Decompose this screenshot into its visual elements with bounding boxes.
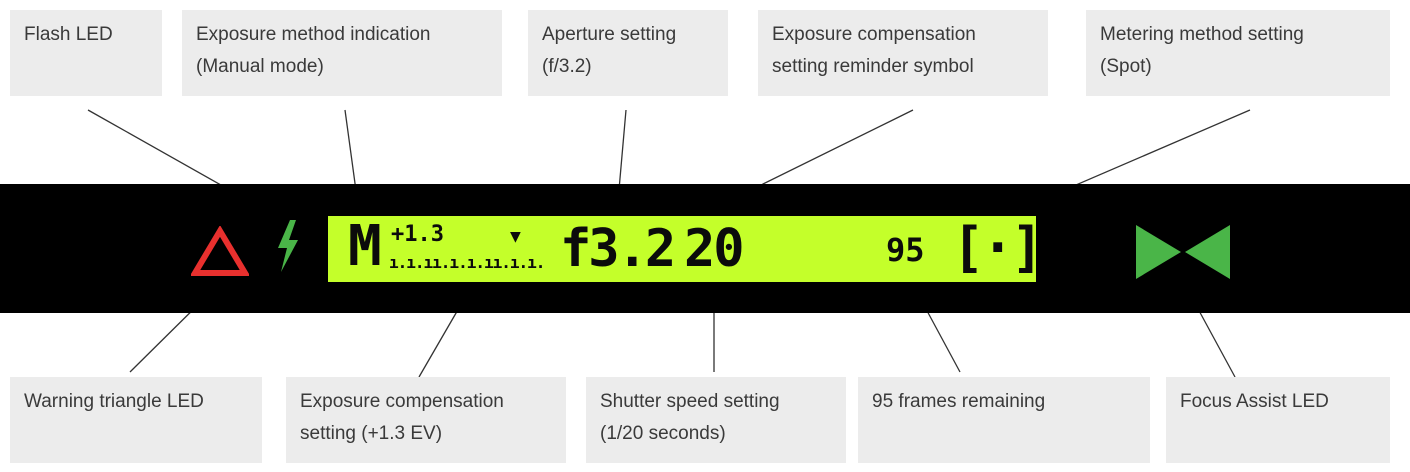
callout-line: (1/20 seconds) [600,423,726,444]
callout-line: Warning triangle LED [24,391,204,412]
callout-line: (Spot) [1100,56,1152,77]
callout-exp-comp-setting: Exposure compensation setting (+1.3 EV) [286,377,566,463]
callout-exp-comp-reminder: Exposure compensation setting reminder s… [758,10,1048,96]
lcd-metering-mode: [·] [952,216,1044,279]
callout-focus-assist: Focus Assist LED [1166,377,1390,463]
callout-line: Shutter speed setting [600,391,780,412]
lcd-compensation-reminder: ▼ [510,226,521,247]
lcd-mode-indicator: M [348,214,382,279]
lcd-frames-remaining: 95 [886,231,925,269]
callout-aperture: Aperture setting (f/3.2) [528,10,728,96]
lcd-exposure-scale: ı.ı.ıı.ı.ı.ıı.ı.ı. [389,253,545,272]
callout-line: 95 frames remaining [872,391,1046,412]
callout-line: Focus Assist LED [1180,391,1329,412]
callout-line: (Manual mode) [196,56,324,77]
callout-line: Exposure compensation [772,24,976,45]
callout-line: setting (+1.3 EV) [300,423,443,444]
callout-shutter: Shutter speed setting (1/20 seconds) [586,377,846,463]
flash-lightning-icon [278,220,298,272]
callout-line: (f/3.2) [542,56,592,77]
lcd-aperture: f3.2 [560,219,676,279]
callout-line: setting reminder symbol [772,56,974,77]
callout-frames: 95 frames remaining [858,377,1150,463]
callout-line: Flash LED [24,24,113,45]
callout-warning-led: Warning triangle LED [10,377,262,463]
lcd-exposure-compensation: +1.3 [391,222,444,247]
callout-metering: Metering method setting (Spot) [1086,10,1390,96]
focus-assist-triangles-icon [1136,225,1230,279]
lcd-shutter-speed: 20 [684,219,745,279]
callout-line: Exposure compensation [300,391,504,412]
callout-exposure-method: Exposure method indication (Manual mode) [182,10,502,96]
callout-line: Metering method setting [1100,24,1304,45]
warning-triangle-icon [191,226,249,276]
callout-line: Aperture setting [542,24,677,45]
callout-line: Exposure method indication [196,24,431,45]
callout-flash-led: Flash LED [10,10,162,96]
